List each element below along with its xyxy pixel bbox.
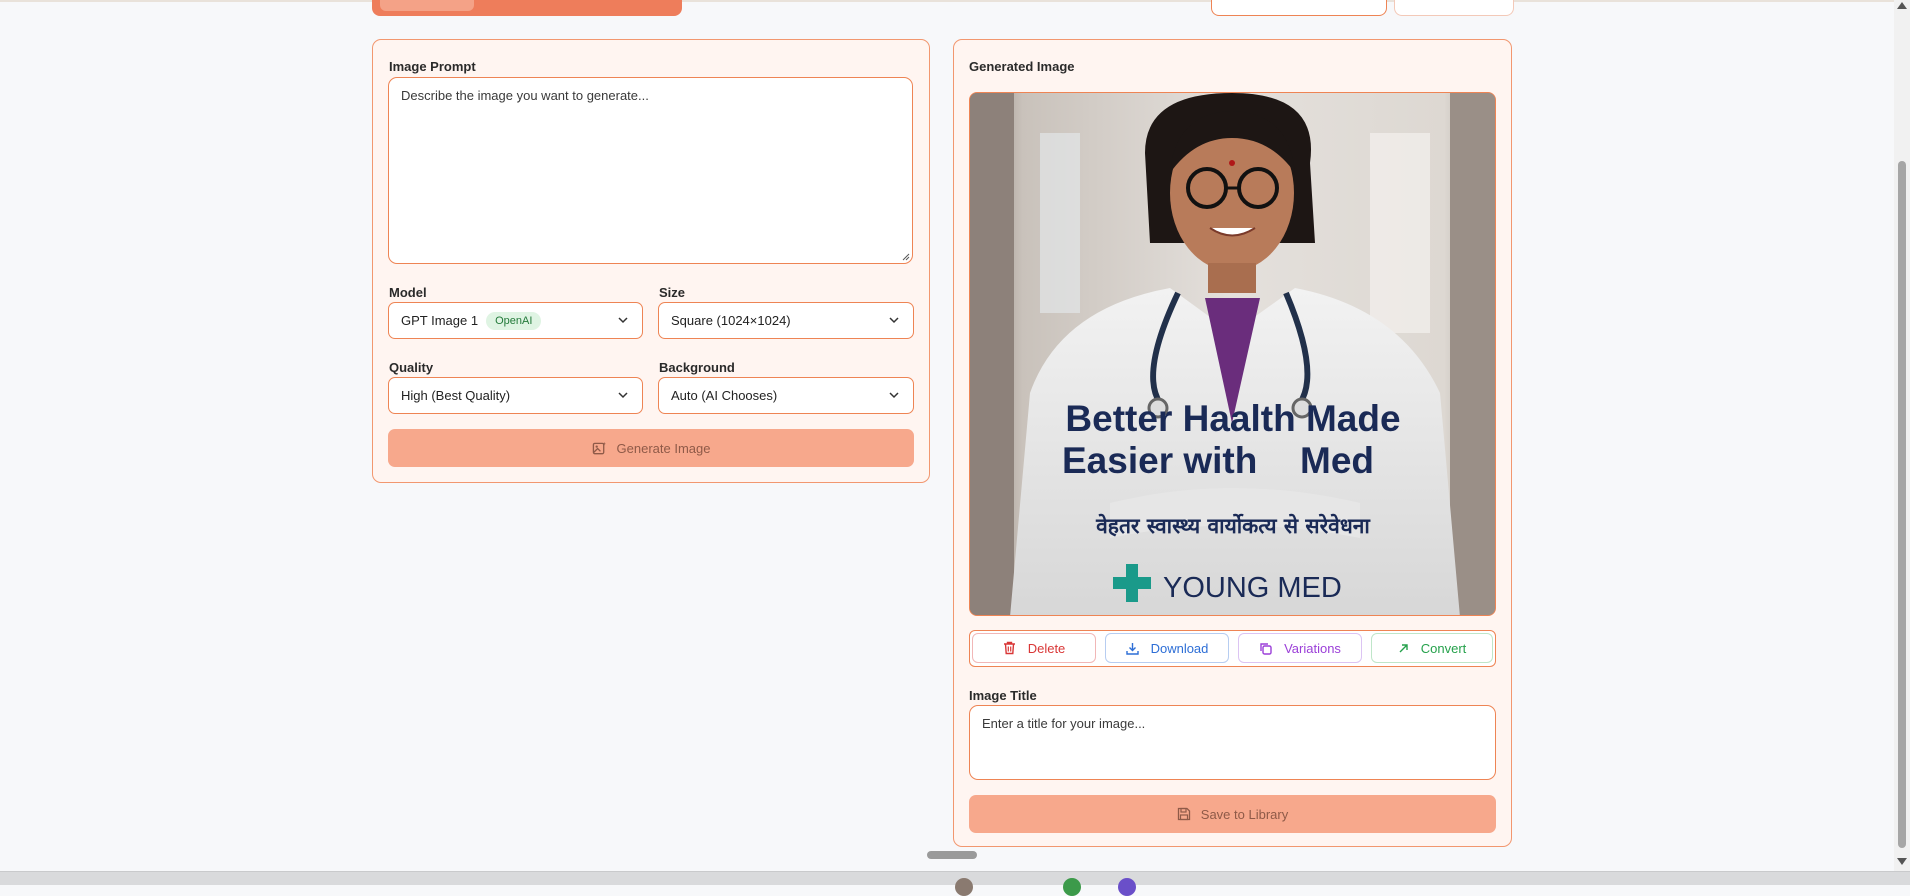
quality-value: High (Best Quality) [401, 388, 511, 403]
chevron-down-icon [618, 317, 628, 324]
download-button[interactable]: Download [1105, 633, 1229, 663]
copy-icon [1260, 642, 1272, 655]
model-label: Model [389, 285, 427, 300]
background-select[interactable]: Auto (AI Chooses) [658, 377, 914, 414]
model-value: GPT Image 1 [401, 313, 479, 328]
image-brand-text: YOUNG MED [1163, 572, 1342, 604]
window-top-border [0, 0, 1894, 2]
trash-icon [1003, 641, 1015, 655]
delete-label: Delete [1027, 640, 1066, 656]
scroll-up-arrow-icon[interactable] [1897, 2, 1907, 9]
chevron-down-icon [618, 392, 628, 399]
variations-button[interactable]: Variations [1238, 633, 1362, 663]
chevron-down-icon [889, 317, 899, 324]
image-headline-line-1: Better Haalth Made [1065, 398, 1400, 439]
image-headline-line-2: Easier with [1062, 440, 1257, 481]
taskbar-app-icon[interactable] [955, 878, 973, 896]
active-mode-tab[interactable] [380, 0, 474, 11]
background-label: Background [659, 360, 735, 375]
arrow-up-right-icon [1399, 643, 1408, 652]
variations-label: Variations [1284, 640, 1341, 656]
quality-label: Quality [389, 360, 434, 375]
image-title-input[interactable]: Enter a title for your image... [969, 705, 1496, 780]
horizontal-scroll-thumb[interactable] [927, 851, 977, 859]
model-select[interactable]: GPT Image 1 OpenAI [388, 302, 643, 339]
download-label: Download [1150, 640, 1209, 656]
top-secondary-button[interactable] [1394, 0, 1514, 16]
generate-image-label: Generate Image [616, 440, 711, 456]
image-actions-bar: Delete Download Variations Convert [969, 630, 1496, 667]
size-value: Square (1024×1024) [671, 313, 791, 328]
image-title-placeholder: Enter a title for your image... [982, 716, 1146, 731]
generate-image-button[interactable]: Generate Image [388, 429, 914, 467]
save-icon [1177, 807, 1190, 821]
chevron-down-icon [889, 392, 899, 399]
taskbar-app-icon[interactable] [1063, 878, 1081, 896]
top-action-button[interactable] [1211, 0, 1387, 16]
generated-image-artwork: Better Haalth Made Easier with Med वेहतर… [970, 93, 1495, 615]
prompt-label: Image Prompt [389, 59, 476, 74]
delete-button[interactable]: Delete [972, 633, 1096, 663]
scroll-down-arrow-icon[interactable] [1897, 858, 1907, 865]
generated-image-title: Generated Image [969, 59, 1075, 74]
size-select[interactable]: Square (1024×1024) [658, 302, 914, 339]
image-hindi-line: वेहतर स्वास्थ्य वार्योकत्य से सरेवेधना [1095, 513, 1371, 538]
generated-image: Better Haalth Made Easier with Med वेहतर… [969, 92, 1496, 616]
image-headline-line-2-end: Med [1300, 440, 1374, 481]
quality-select[interactable]: High (Best Quality) [388, 377, 643, 414]
download-icon [1125, 642, 1139, 655]
save-to-library-label: Save to Library [1200, 806, 1289, 822]
image-sparkle-icon [592, 441, 606, 454]
convert-label: Convert [1420, 640, 1467, 656]
provider-badge: OpenAI [486, 311, 542, 330]
save-to-library-button[interactable]: Save to Library [969, 795, 1496, 833]
resize-grip-icon[interactable] [902, 253, 910, 261]
prompt-textarea[interactable]: Describe the image you want to generate.… [388, 77, 913, 264]
prompt-placeholder: Describe the image you want to generate.… [401, 88, 649, 103]
vertical-scroll-thumb[interactable] [1898, 161, 1906, 848]
size-label: Size [659, 285, 686, 300]
background-value: Auto (AI Chooses) [671, 388, 778, 403]
image-title-label: Image Title [969, 688, 1037, 703]
taskbar-app-icon[interactable] [1118, 878, 1136, 896]
convert-button[interactable]: Convert [1371, 633, 1493, 663]
